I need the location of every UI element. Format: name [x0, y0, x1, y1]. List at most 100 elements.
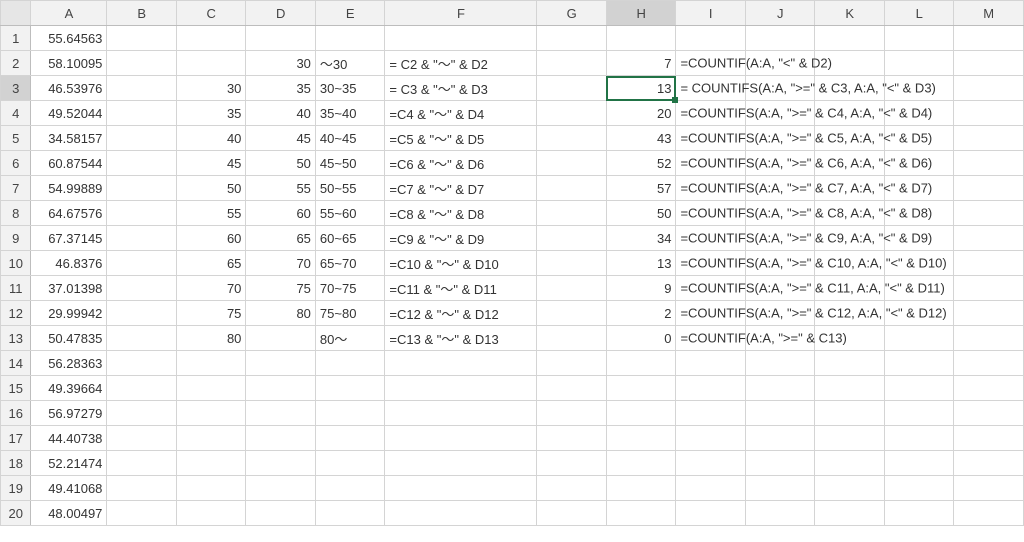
cell-C12[interactable]: 75: [176, 301, 246, 326]
cell-D3[interactable]: 35: [246, 76, 316, 101]
cell-I2[interactable]: =COUNTIF(A:A, "<" & D2): [676, 51, 746, 76]
cell-M1[interactable]: [954, 26, 1024, 51]
cell-D8[interactable]: 60: [246, 201, 316, 226]
cell-M5[interactable]: [954, 126, 1024, 151]
cell-H13[interactable]: 0: [606, 326, 676, 351]
cell-B3[interactable]: [107, 76, 177, 101]
cell-D15[interactable]: [246, 376, 316, 401]
cell-G8[interactable]: [537, 201, 607, 226]
cell-A7[interactable]: 54.99889: [31, 176, 107, 201]
cell-G20[interactable]: [537, 501, 607, 526]
cell-E5[interactable]: 40~45: [315, 126, 385, 151]
cell-I4[interactable]: =COUNTIFS(A:A, ">=" & C4, A:A, "<" & D4): [676, 101, 746, 126]
cell-H6[interactable]: 52: [606, 151, 676, 176]
col-header-I[interactable]: I: [676, 1, 746, 26]
cell-A9[interactable]: 67.37145: [31, 226, 107, 251]
cell-M16[interactable]: [954, 401, 1024, 426]
cell-G2[interactable]: [537, 51, 607, 76]
cell-F11[interactable]: =C11 & "～" & D11: [385, 276, 537, 301]
cell-M7[interactable]: [954, 176, 1024, 201]
cell-C20[interactable]: [176, 501, 246, 526]
cell-A12[interactable]: 29.99942: [31, 301, 107, 326]
cell-E12[interactable]: 75~80: [315, 301, 385, 326]
cell-E9[interactable]: 60~65: [315, 226, 385, 251]
cell-K17[interactable]: [815, 426, 885, 451]
cell-B6[interactable]: [107, 151, 177, 176]
cell-F10[interactable]: =C10 & "～" & D10: [385, 251, 537, 276]
cell-F18[interactable]: [385, 451, 537, 476]
row-header[interactable]: 20: [1, 501, 31, 526]
cell-G19[interactable]: [537, 476, 607, 501]
cell-I13[interactable]: =COUNTIF(A:A, ">=" & C13): [676, 326, 746, 351]
cell-I17[interactable]: [676, 426, 746, 451]
cell-K14[interactable]: [815, 351, 885, 376]
cell-G9[interactable]: [537, 226, 607, 251]
cell-L17[interactable]: [884, 426, 954, 451]
cell-M13[interactable]: [954, 326, 1024, 351]
cell-G4[interactable]: [537, 101, 607, 126]
cell-A5[interactable]: 34.58157: [31, 126, 107, 151]
cell-I3[interactable]: = COUNTIFS(A:A, ">=" & C3, A:A, "<" & D3…: [676, 76, 746, 101]
cell-J18[interactable]: [745, 451, 815, 476]
cell-A10[interactable]: 46.8376: [31, 251, 107, 276]
cell-F17[interactable]: [385, 426, 537, 451]
cell-E14[interactable]: [315, 351, 385, 376]
cell-D12[interactable]: 80: [246, 301, 316, 326]
col-header-L[interactable]: L: [884, 1, 954, 26]
cell-B5[interactable]: [107, 126, 177, 151]
cell-I11[interactable]: =COUNTIFS(A:A, ">=" & C11, A:A, "<" & D1…: [676, 276, 746, 301]
cell-H15[interactable]: [606, 376, 676, 401]
cell-C1[interactable]: [176, 26, 246, 51]
cell-A19[interactable]: 49.41068: [31, 476, 107, 501]
cell-B1[interactable]: [107, 26, 177, 51]
cell-D9[interactable]: 65: [246, 226, 316, 251]
cell-J17[interactable]: [745, 426, 815, 451]
row-header[interactable]: 12: [1, 301, 31, 326]
cell-C8[interactable]: 55: [176, 201, 246, 226]
cell-I5[interactable]: =COUNTIFS(A:A, ">=" & C5, A:A, "<" & D5): [676, 126, 746, 151]
cell-I1[interactable]: [676, 26, 746, 51]
cell-A4[interactable]: 49.52044: [31, 101, 107, 126]
col-header-G[interactable]: G: [537, 1, 607, 26]
cell-C10[interactable]: 65: [176, 251, 246, 276]
cell-F15[interactable]: [385, 376, 537, 401]
cell-G16[interactable]: [537, 401, 607, 426]
cell-G11[interactable]: [537, 276, 607, 301]
cell-B13[interactable]: [107, 326, 177, 351]
cell-B7[interactable]: [107, 176, 177, 201]
cell-B4[interactable]: [107, 101, 177, 126]
cell-B9[interactable]: [107, 226, 177, 251]
cell-E20[interactable]: [315, 501, 385, 526]
cell-D7[interactable]: 55: [246, 176, 316, 201]
cell-M9[interactable]: [954, 226, 1024, 251]
cell-C17[interactable]: [176, 426, 246, 451]
cell-M6[interactable]: [954, 151, 1024, 176]
col-header-F[interactable]: F: [385, 1, 537, 26]
row-header[interactable]: 15: [1, 376, 31, 401]
cell-A13[interactable]: 50.47835: [31, 326, 107, 351]
cell-M11[interactable]: [954, 276, 1024, 301]
cell-B14[interactable]: [107, 351, 177, 376]
cell-C4[interactable]: 35: [176, 101, 246, 126]
col-header-E[interactable]: E: [315, 1, 385, 26]
cell-A18[interactable]: 52.21474: [31, 451, 107, 476]
row-header[interactable]: 2: [1, 51, 31, 76]
cell-D13[interactable]: [246, 326, 316, 351]
cell-D10[interactable]: 70: [246, 251, 316, 276]
cell-J16[interactable]: [745, 401, 815, 426]
cell-E10[interactable]: 65~70: [315, 251, 385, 276]
cell-E4[interactable]: 35~40: [315, 101, 385, 126]
cell-A2[interactable]: 58.10095: [31, 51, 107, 76]
cell-D4[interactable]: 40: [246, 101, 316, 126]
cell-G14[interactable]: [537, 351, 607, 376]
cell-G6[interactable]: [537, 151, 607, 176]
cell-M8[interactable]: [954, 201, 1024, 226]
cell-D14[interactable]: [246, 351, 316, 376]
cell-D6[interactable]: 50: [246, 151, 316, 176]
cell-E16[interactable]: [315, 401, 385, 426]
row-header[interactable]: 6: [1, 151, 31, 176]
cell-I14[interactable]: [676, 351, 746, 376]
col-header-D[interactable]: D: [246, 1, 316, 26]
row-header[interactable]: 10: [1, 251, 31, 276]
cell-I16[interactable]: [676, 401, 746, 426]
